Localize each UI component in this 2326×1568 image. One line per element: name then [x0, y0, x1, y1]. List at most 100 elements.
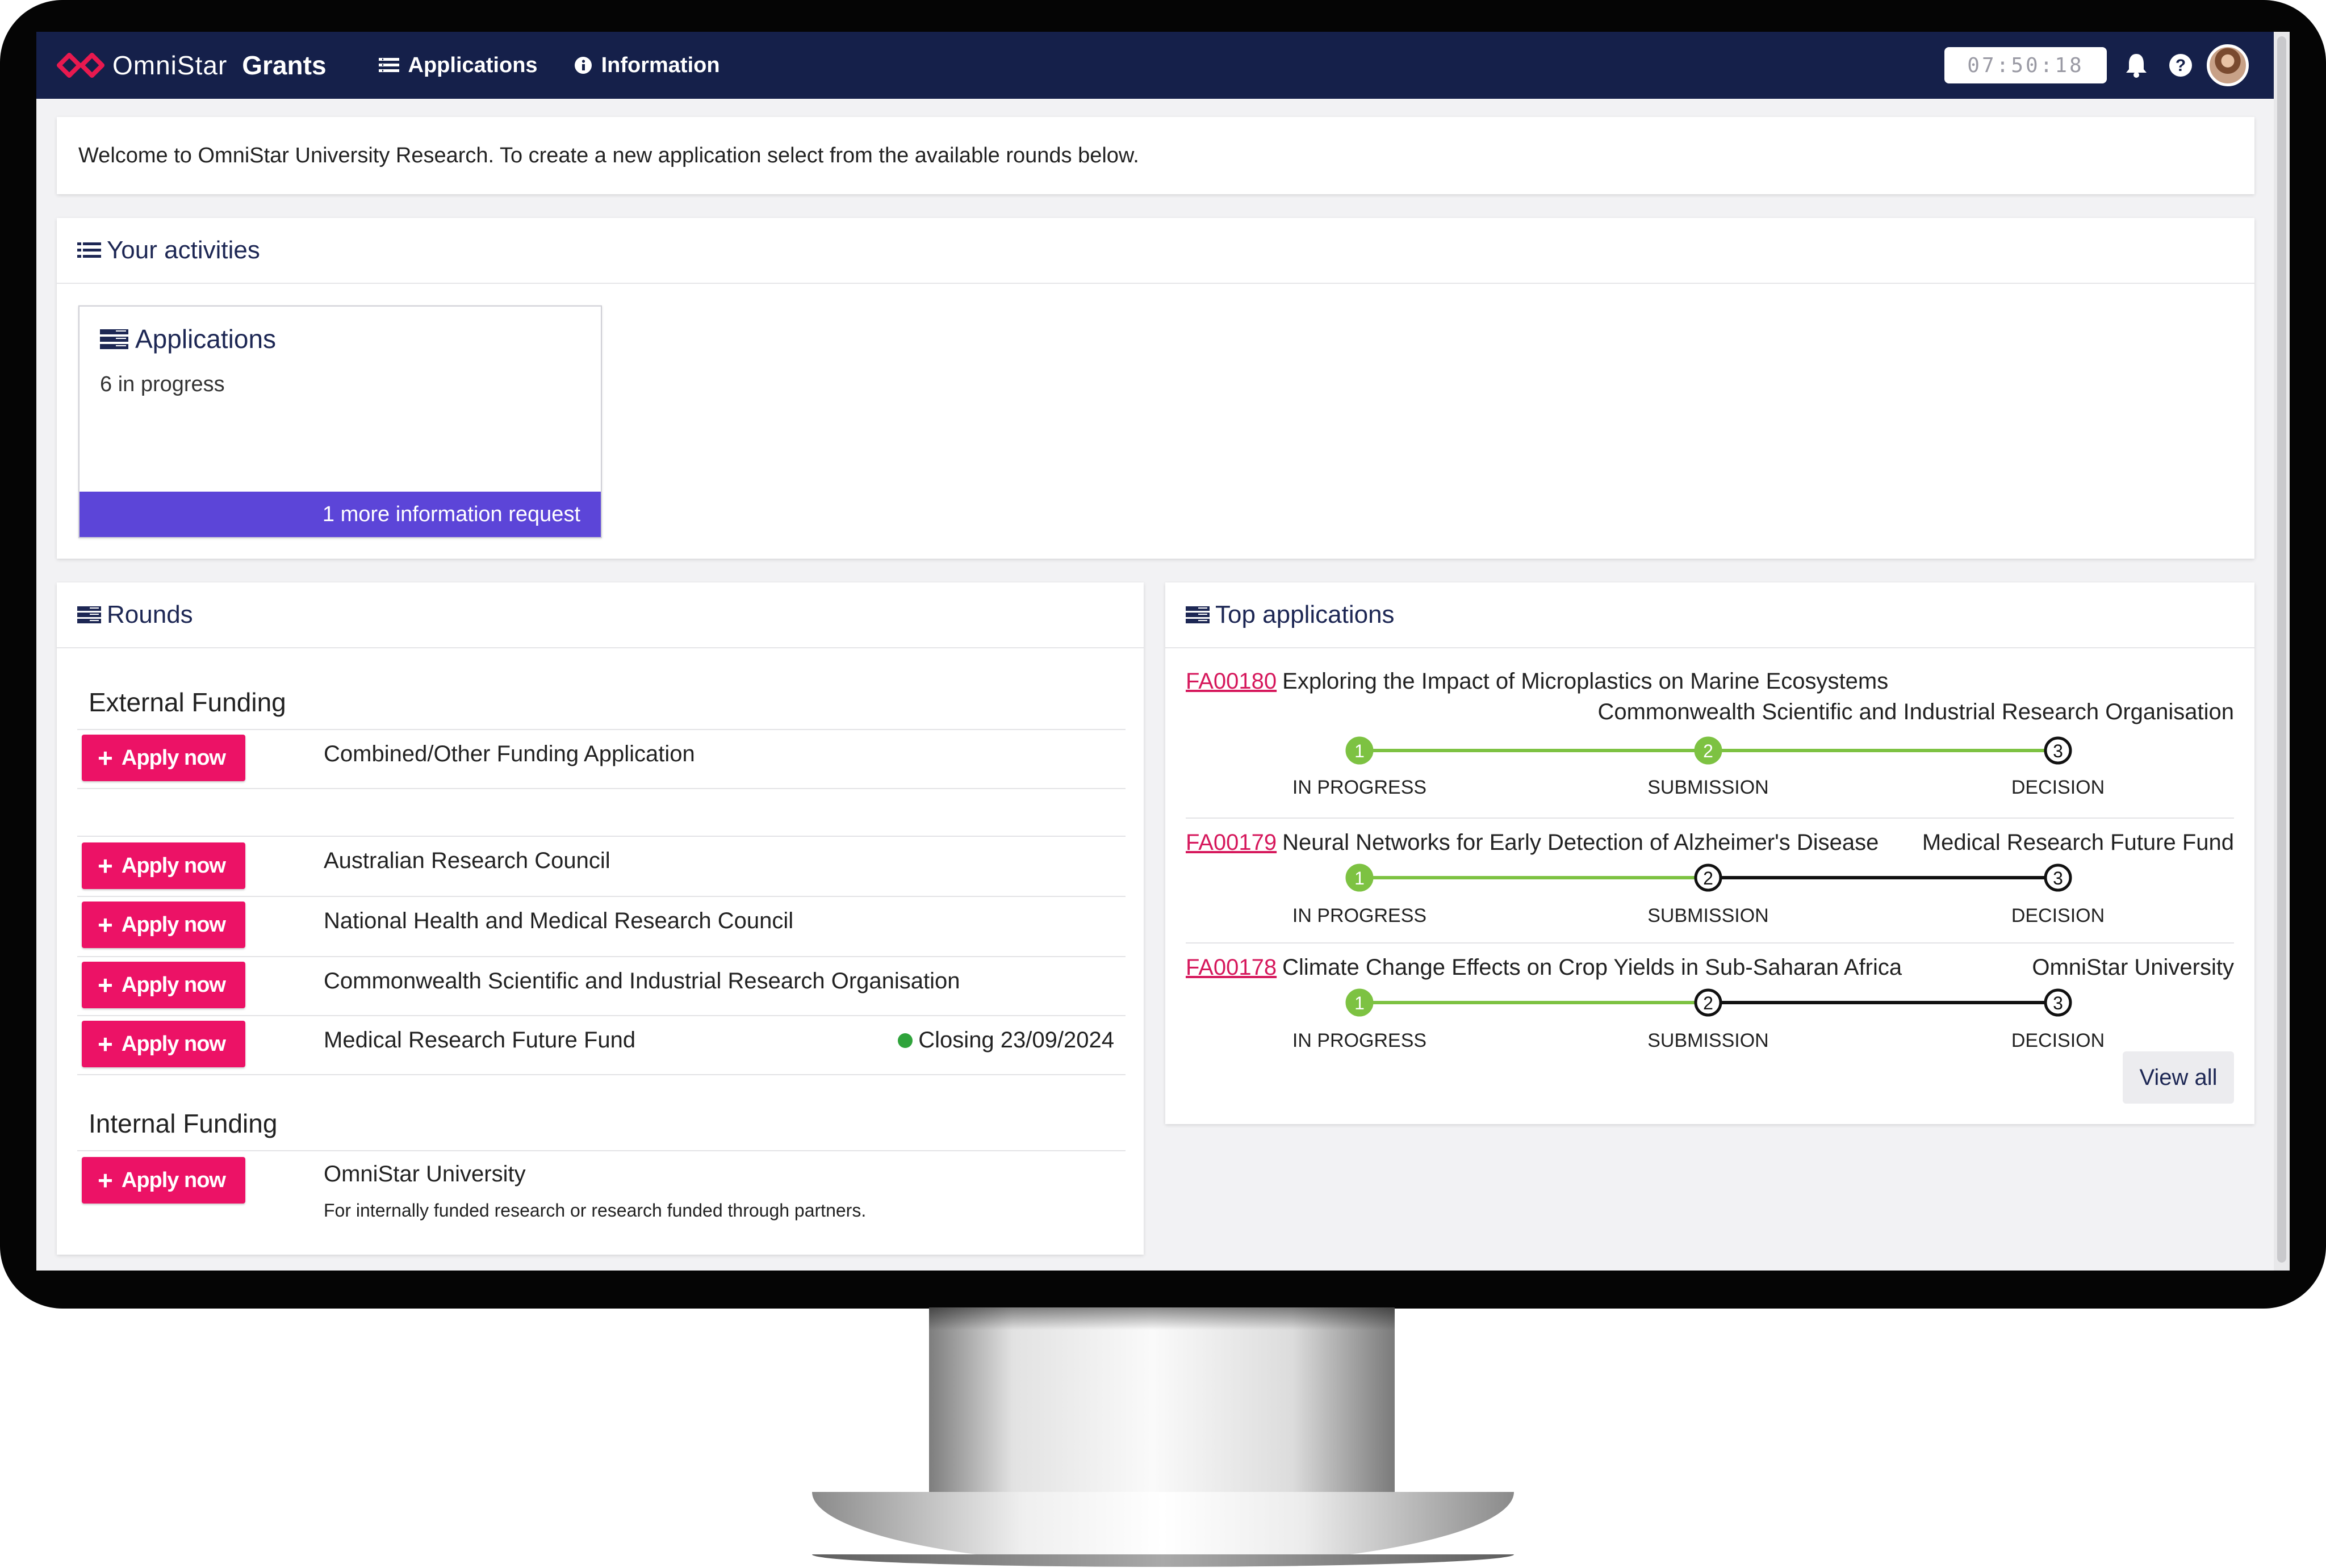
welcome-banner: Welcome to OmniStar University Research.…	[57, 117, 2254, 194]
top-application-item: FA00178 Climate Change Effects on Crop Yi…	[1186, 942, 2234, 1056]
user-avatar[interactable]	[2207, 44, 2249, 86]
nav-right: 07:50:18 ?	[1944, 44, 2249, 86]
omnistar-logo-icon	[57, 53, 104, 78]
svg-text:3: 3	[2053, 993, 2063, 1013]
scrollbar-thumb[interactable]	[2277, 36, 2286, 1263]
nav-information-label: Information	[601, 53, 720, 77]
application-title: Exploring the Impact of Microplastics on…	[1282, 669, 1889, 694]
activities-header: Your activities	[57, 218, 2254, 284]
info-request-link[interactable]: 1 more information request	[80, 492, 601, 537]
application-code-link[interactable]: FA00180	[1186, 669, 1277, 694]
applications-card[interactable]: Applications 6 in progress 1 more inform…	[78, 305, 602, 538]
step-label-submission: SUBMISSION	[1647, 905, 1769, 926]
monitor-bezel: OmniStar Grants Applications Information…	[0, 0, 2326, 1309]
svg-text:2: 2	[1703, 993, 1713, 1013]
nav-applications-label: Applications	[408, 53, 538, 77]
svg-text:1: 1	[1354, 868, 1365, 888]
top-applications-header: Top applications	[1165, 582, 2254, 648]
status-dot	[898, 1033, 913, 1048]
round-row: + Apply now Medical Research Future Fund …	[77, 1015, 1126, 1075]
brand-name: OmniStar	[112, 51, 228, 80]
monitor-stand-edge	[812, 1554, 1514, 1567]
rounds-title: Rounds	[107, 601, 193, 628]
step-label-submission: SUBMISSION	[1647, 777, 1769, 798]
screen: OmniStar Grants Applications Information…	[36, 32, 2290, 1271]
step-label-decision: DECISION	[2011, 1030, 2105, 1051]
round-row: + Apply now Australian Research Council	[77, 836, 1126, 896]
apply-now-button[interactable]: + Apply now	[82, 1021, 245, 1067]
apply-now-button[interactable]: + Apply now	[82, 1157, 245, 1204]
list-icon	[77, 242, 101, 258]
activities-title: Your activities	[107, 236, 260, 264]
application-code-link[interactable]: FA00178	[1186, 955, 1277, 980]
svg-text:2: 2	[1703, 741, 1713, 761]
group-external-funding: External Funding	[89, 687, 286, 717]
application-org: OmniStar University	[2032, 955, 2234, 980]
round-row: + Apply now National Health and Medical R…	[77, 896, 1126, 956]
step-label-in-progress: IN PROGRESS	[1292, 905, 1427, 926]
svg-text:3: 3	[2053, 741, 2063, 761]
stack-icon	[77, 606, 101, 623]
applications-card-title: Applications	[100, 324, 276, 354]
application-org: Medical Research Future Fund	[1922, 830, 2234, 855]
application-code-link[interactable]: FA00179	[1186, 830, 1277, 855]
applications-in-progress: 6 in progress	[100, 372, 225, 396]
step-label-decision: DECISION	[2011, 777, 2105, 798]
activities-panel: Your activities Applications 6 in progre…	[57, 218, 2254, 559]
bell-icon[interactable]	[2122, 51, 2151, 80]
welcome-text: Welcome to OmniStar University Research.…	[78, 143, 1139, 167]
application-title: Climate Change Effects on Crop Yields in…	[1282, 955, 1902, 980]
step-label-in-progress: IN PROGRESS	[1292, 777, 1427, 798]
stepper-wrap: 1 2 3 IN PROGRESS SUBMISSION DECISION	[1186, 984, 2234, 1053]
applications-card-label: Applications	[135, 324, 277, 354]
round-name: Australian Research Council	[324, 848, 610, 873]
stepper-wrap: 1 2 3 IN PROGRESS SUBMISSION DECISION	[1186, 860, 2234, 928]
round-name: OmniStar University	[324, 1162, 526, 1187]
step-label-decision: DECISION	[2011, 905, 2105, 926]
svg-text:?: ?	[2176, 56, 2186, 75]
nav-applications[interactable]: Applications	[378, 53, 538, 78]
application-org: Commonwealth Scientific and Industrial R…	[1597, 699, 2234, 724]
step-label-submission: SUBMISSION	[1647, 1030, 1769, 1051]
monitor-stand-shadow	[929, 1307, 1395, 1330]
apply-now-button[interactable]: + Apply now	[82, 842, 245, 889]
group-internal-funding: Internal Funding	[89, 1109, 278, 1138]
help-icon[interactable]: ?	[2166, 51, 2195, 80]
apply-now-button[interactable]: + Apply now	[82, 902, 245, 948]
round-name: Medical Research Future Fund	[324, 1028, 636, 1053]
round-row-spacer	[77, 788, 1126, 836]
svg-text:2: 2	[1703, 868, 1713, 888]
view-all-button[interactable]: View all	[2123, 1051, 2234, 1104]
application-heading: FA00180 Exploring the Impact of Microplas…	[1186, 669, 2234, 694]
closing-date: Closing 23/09/2024	[898, 1028, 1114, 1053]
top-application-item: FA00179 Neural Networks for Early Detecti…	[1186, 817, 2234, 931]
round-name: National Health and Medical Research Cou…	[324, 908, 794, 933]
brand-product: Grants	[242, 51, 327, 80]
svg-text:3: 3	[2053, 868, 2063, 888]
nav-information[interactable]: Information	[574, 53, 720, 78]
round-row: + Apply now Commonwealth Scientific and I…	[77, 956, 1126, 1015]
info-icon	[574, 57, 592, 74]
monitor-stand-neck	[929, 1307, 1395, 1500]
clock-display: 07:50:18	[1944, 47, 2107, 83]
top-applications-title: Top applications	[1215, 601, 1395, 628]
top-application-item: FA00180 Exploring the Impact of Microplas…	[1186, 669, 2234, 805]
list-icon	[378, 58, 399, 72]
application-title: Neural Networks for Early Detection of A…	[1282, 830, 1879, 855]
rounds-panel: Rounds External Funding + Apply now Combi…	[57, 582, 1144, 1255]
round-row: + Apply now Combined/Other Funding Applic…	[77, 729, 1126, 788]
round-name: Commonwealth Scientific and Industrial R…	[324, 969, 960, 993]
stack-icon	[100, 329, 128, 349]
rounds-header: Rounds	[57, 582, 1144, 648]
stack-icon	[1186, 606, 1210, 623]
apply-now-button[interactable]: + Apply now	[82, 735, 245, 781]
svg-text:1: 1	[1354, 993, 1365, 1013]
top-applications-panel: Top applications FA00180 Exploring the Im…	[1165, 582, 2254, 1124]
round-description: For internally funded research or resear…	[324, 1200, 867, 1221]
brand[interactable]: OmniStar Grants	[57, 48, 327, 82]
top-navbar: OmniStar Grants Applications Information…	[36, 32, 2274, 99]
svg-text:1: 1	[1354, 741, 1365, 761]
apply-now-button[interactable]: + Apply now	[82, 962, 245, 1008]
round-row: + Apply now OmniStar University For inter…	[77, 1150, 1126, 1235]
step-label-in-progress: IN PROGRESS	[1292, 1030, 1427, 1051]
